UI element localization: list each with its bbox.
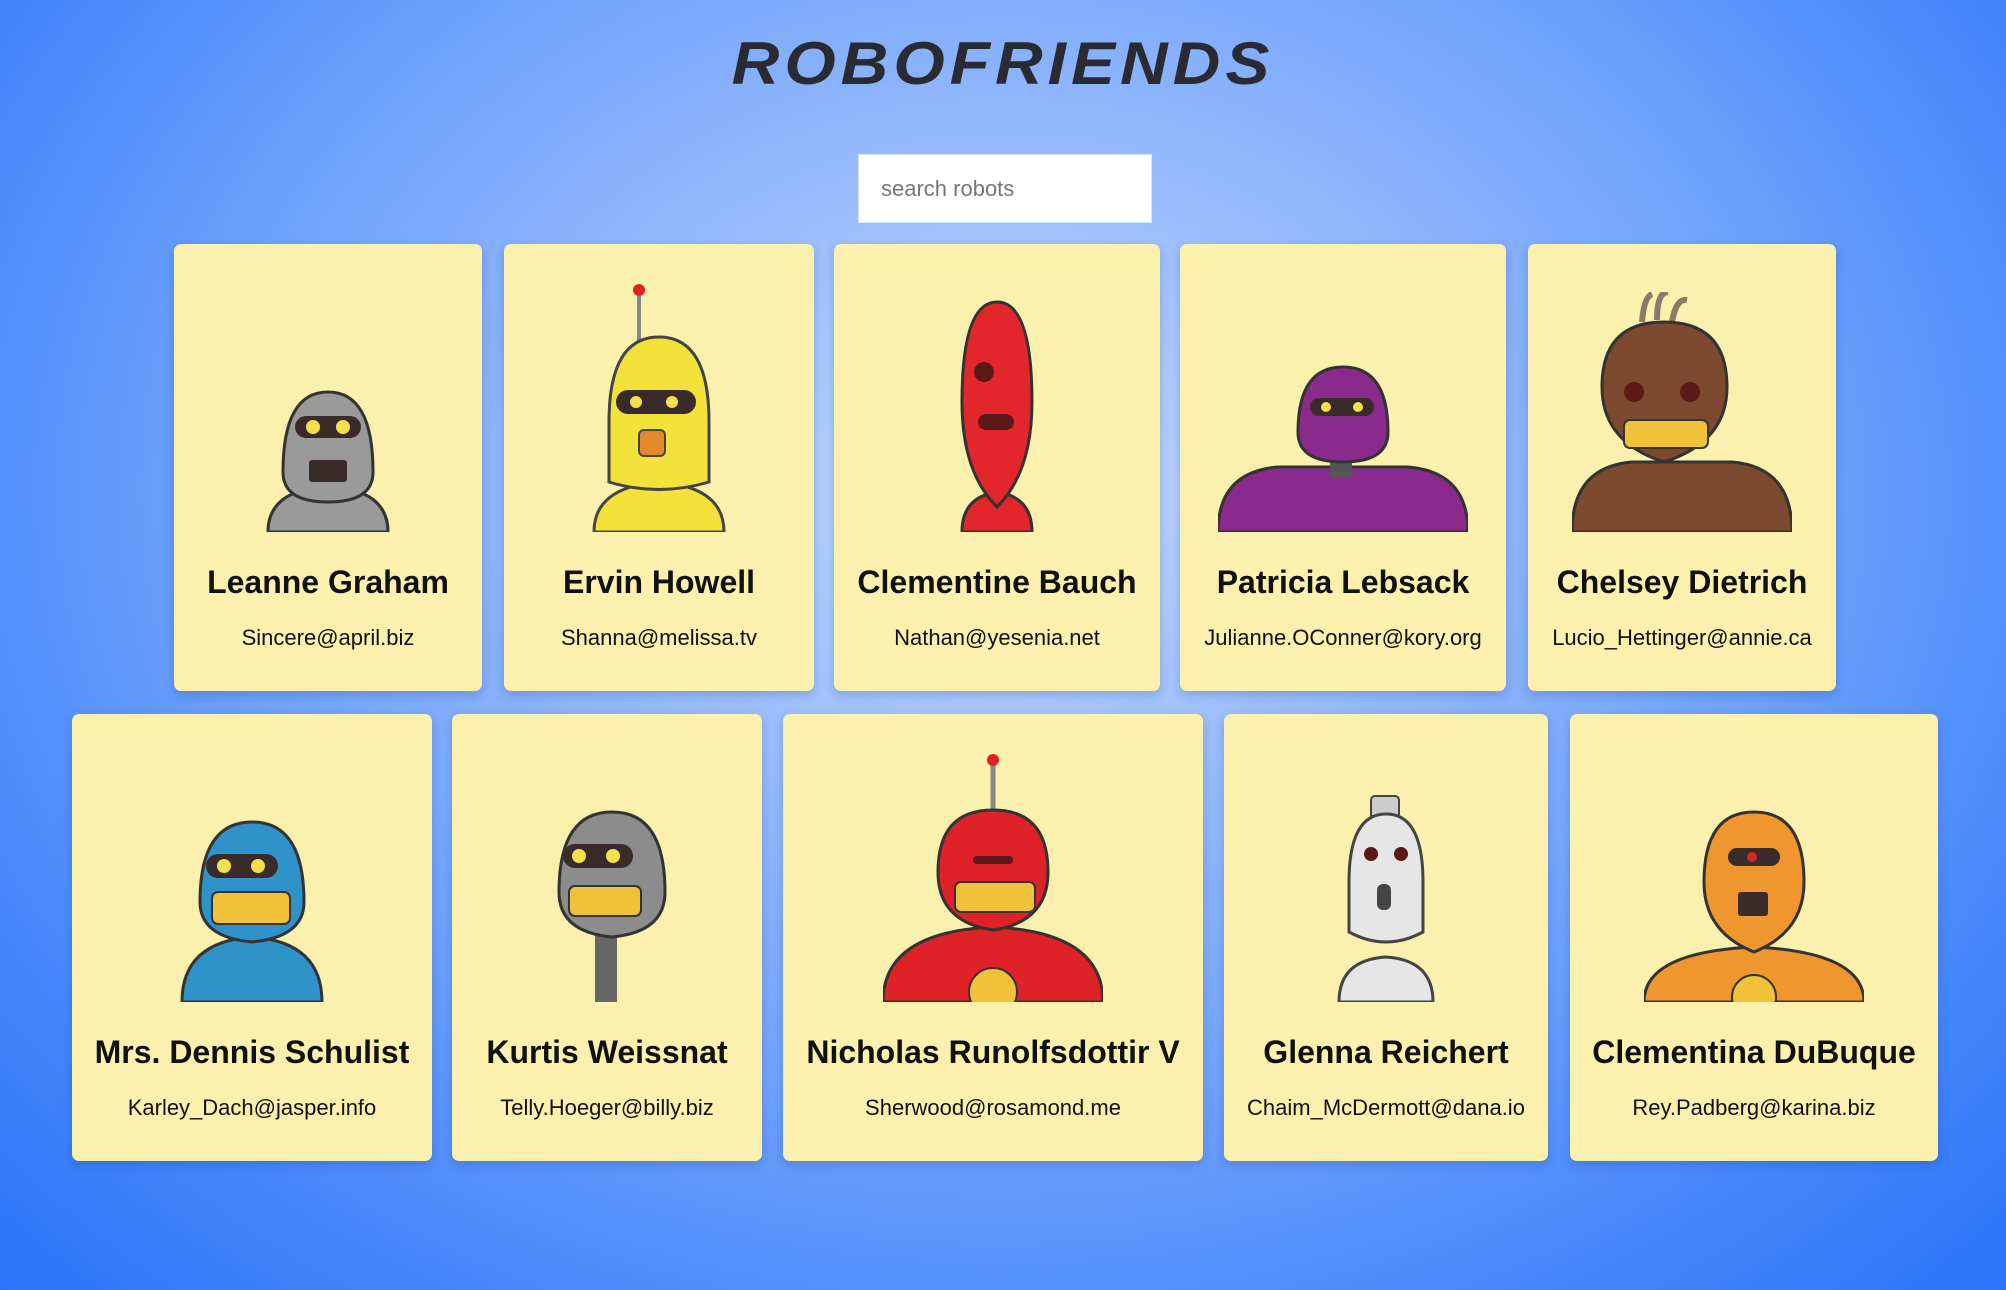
robot-card[interactable]: Clementine Bauch Nathan@yesenia.net bbox=[834, 244, 1160, 691]
robot-email: Nathan@yesenia.net bbox=[894, 625, 1100, 650]
robot-name: Chelsey Dietrich bbox=[1556, 564, 1808, 600]
robot-avatar bbox=[1180, 274, 1506, 532]
robot-name: Leanne Graham bbox=[207, 564, 449, 600]
robot-name: Nicholas Runolfsdottir V bbox=[806, 1034, 1180, 1070]
robot-email: Julianne.OConner@kory.org bbox=[1204, 625, 1482, 650]
robot-avatar bbox=[1570, 744, 1938, 1002]
robot-name: Ervin Howell bbox=[562, 564, 756, 600]
robot-name: Clementine Bauch bbox=[857, 564, 1137, 600]
robot-avatar bbox=[504, 274, 814, 532]
robot-avatar bbox=[834, 274, 1160, 532]
search-input[interactable] bbox=[858, 154, 1152, 223]
robot-card[interactable]: Kurtis Weissnat Telly.Hoeger@billy.biz bbox=[452, 714, 762, 1161]
robot-card[interactable]: Chelsey Dietrich Lucio_Hettinger@annie.c… bbox=[1528, 244, 1836, 691]
robot-avatar bbox=[1224, 744, 1548, 1002]
robot-email: Karley_Dach@jasper.info bbox=[127, 1095, 377, 1120]
robot-name: Glenna Reichert bbox=[1263, 1034, 1509, 1070]
robot-email: Sincere@april.biz bbox=[241, 625, 415, 650]
robot-avatar bbox=[783, 744, 1203, 1002]
robot-card[interactable]: Glenna Reichert Chaim_McDermott@dana.io bbox=[1224, 714, 1548, 1161]
robot-email: Sherwood@rosamond.me bbox=[865, 1095, 1121, 1120]
robot-email: Rey.Padberg@karina.biz bbox=[1632, 1095, 1876, 1120]
robot-card[interactable]: Ervin Howell Shanna@melissa.tv bbox=[504, 244, 814, 691]
robot-email: Telly.Hoeger@billy.biz bbox=[500, 1095, 714, 1120]
robot-card[interactable]: Patricia Lebsack Julianne.OConner@kory.o… bbox=[1180, 244, 1506, 691]
robot-email: Shanna@melissa.tv bbox=[561, 625, 757, 650]
robot-card[interactable]: Nicholas Runolfsdottir V Sherwood@rosamo… bbox=[783, 714, 1203, 1161]
robot-card[interactable]: Leanne Graham Sincere@april.biz bbox=[174, 244, 482, 691]
robot-avatar bbox=[72, 744, 432, 1002]
robot-name: Clementina DuBuque bbox=[1592, 1034, 1916, 1070]
robot-card[interactable]: Mrs. Dennis Schulist Karley_Dach@jasper.… bbox=[72, 714, 432, 1161]
robot-name: Patricia Lebsack bbox=[1216, 564, 1470, 600]
robot-avatar bbox=[452, 744, 762, 1002]
robot-avatar bbox=[174, 274, 482, 532]
robot-name: Kurtis Weissnat bbox=[486, 1034, 728, 1070]
robot-name: Mrs. Dennis Schulist bbox=[94, 1034, 410, 1070]
robot-email: Lucio_Hettinger@annie.ca bbox=[1552, 625, 1812, 650]
robot-email: Chaim_McDermott@dana.io bbox=[1247, 1095, 1525, 1120]
app-logo-title: ROBOFRIENDS bbox=[731, 28, 1275, 98]
robot-avatar bbox=[1528, 274, 1836, 532]
robot-card[interactable]: Clementina DuBuque Rey.Padberg@karina.bi… bbox=[1570, 714, 1938, 1161]
